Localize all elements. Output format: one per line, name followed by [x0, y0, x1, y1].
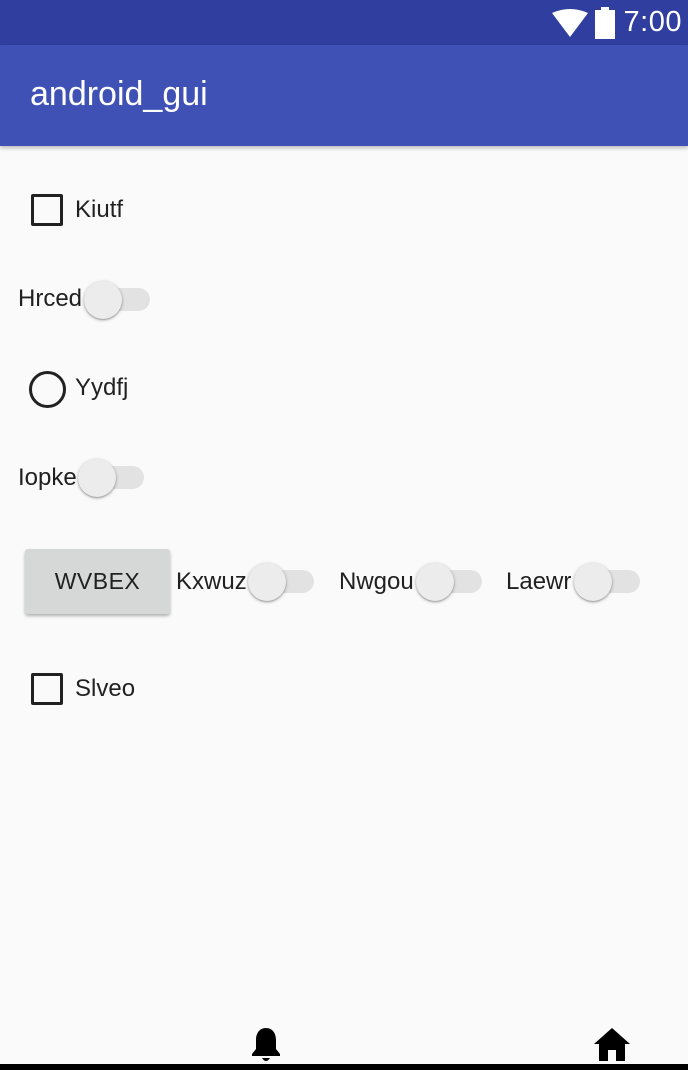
checkbox-box[interactable]	[31, 673, 63, 705]
switch-label[interactable]: Kxwuz	[176, 568, 247, 596]
screen: 7:00 android_gui Kiutf Hrced Yydfj Iopke…	[0, 0, 688, 1070]
radio-label[interactable]: Yydfj	[75, 374, 128, 402]
notification-bell-icon[interactable]	[250, 1026, 282, 1063]
wifi-icon	[551, 8, 588, 37]
checkbox-label[interactable]: Kiutf	[75, 196, 123, 224]
app-title: android_gui	[30, 75, 208, 113]
navigation-bar-edge	[0, 1064, 688, 1070]
switch-thumb[interactable]	[574, 563, 612, 601]
app-bar: android_gui	[0, 45, 688, 146]
wvbex-button[interactable]: WVBEX	[25, 549, 170, 614]
switch-label[interactable]: Nwgou	[339, 568, 414, 596]
switch-label[interactable]: Hrced	[18, 285, 82, 313]
radio-circle[interactable]	[29, 371, 66, 408]
switch-label[interactable]: Iopke	[18, 464, 77, 492]
switch-thumb[interactable]	[84, 281, 122, 319]
home-icon[interactable]	[594, 1028, 630, 1061]
status-bar: 7:00	[0, 0, 688, 45]
switch-thumb[interactable]	[78, 459, 116, 497]
checkbox-box[interactable]	[31, 194, 63, 226]
status-icons: 7:00	[551, 0, 682, 45]
switch-thumb[interactable]	[248, 563, 286, 601]
clock: 7:00	[623, 6, 682, 38]
checkbox-label[interactable]: Slveo	[75, 675, 135, 703]
switch-label[interactable]: Laewr	[506, 568, 571, 596]
switch-thumb[interactable]	[416, 563, 454, 601]
battery-icon	[594, 6, 615, 39]
